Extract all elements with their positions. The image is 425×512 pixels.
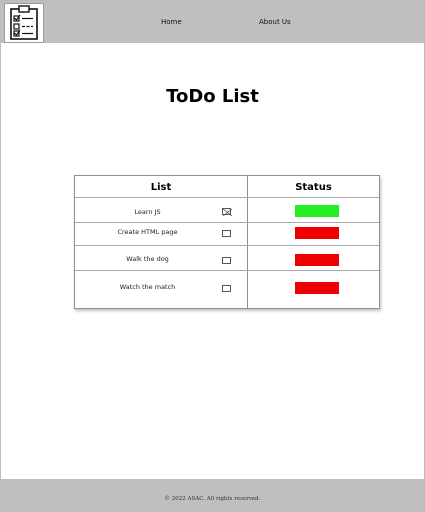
- task-checkbox-checked[interactable]: [222, 208, 232, 216]
- status-indicator: [295, 205, 339, 217]
- task-checkbox[interactable]: [222, 285, 231, 292]
- clipboard-checklist-icon[interactable]: [4, 3, 44, 43]
- task-name: Learn JS: [134, 208, 161, 216]
- nav-home-link[interactable]: Home: [161, 18, 182, 26]
- table-row: Walk the dog: [75, 246, 379, 270]
- page-title: ToDo List: [166, 86, 259, 107]
- task-name: Walk the dog: [126, 255, 169, 263]
- status-indicator: [295, 254, 339, 266]
- list-column-header: List: [150, 182, 172, 193]
- task-name: Create HTML page: [117, 228, 178, 236]
- table-row: Create HTML page: [75, 223, 379, 245]
- task-checkbox[interactable]: [222, 230, 231, 237]
- nav-about-link[interactable]: About Us: [259, 18, 291, 26]
- status-indicator: [295, 282, 339, 294]
- footer-bar: © 2022 ASAC. All rights reserved.: [1, 479, 424, 512]
- table-row: Learn JS: [75, 198, 379, 222]
- task-name: Watch the match: [119, 283, 176, 291]
- header-bar: Home About Us: [1, 1, 424, 43]
- copyright-text: © 2022 ASAC. All rights reserved.: [164, 496, 261, 502]
- status-column-header: Status: [295, 182, 332, 193]
- status-indicator: [295, 227, 339, 239]
- task-checkbox[interactable]: [222, 257, 231, 264]
- table-row: Watch the match: [75, 271, 379, 308]
- todo-table: List Status Learn JS Create HTML page Wa…: [74, 175, 380, 309]
